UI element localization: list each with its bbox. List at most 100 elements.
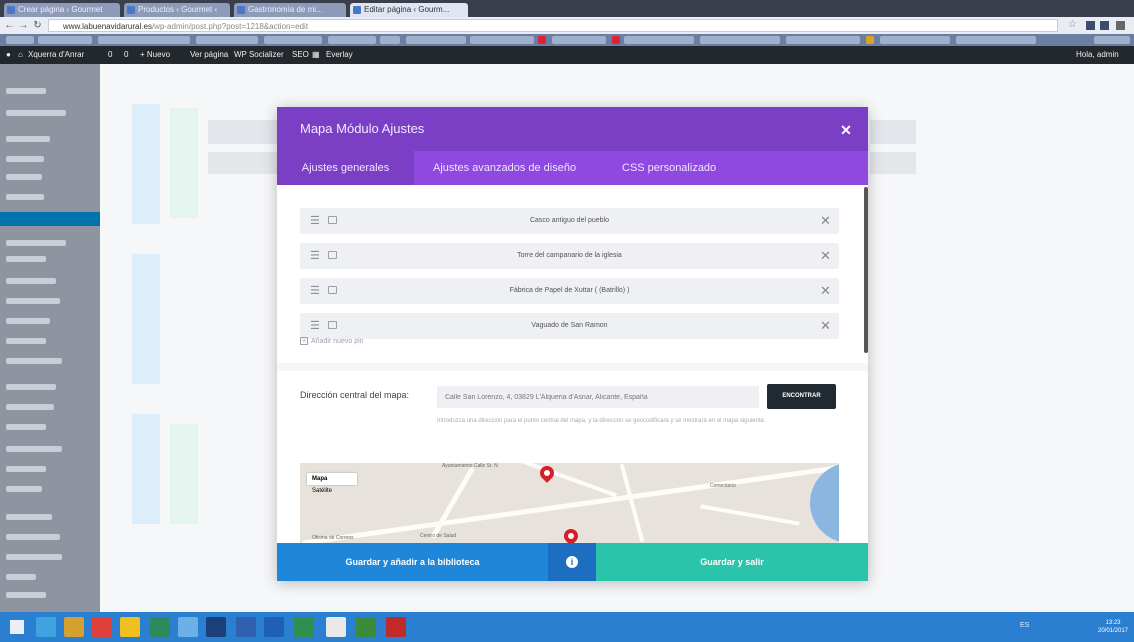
bookmark-item[interactable] <box>98 36 190 44</box>
add-pin-button[interactable]: + Añadir nuevo pin <box>300 337 364 347</box>
sidebar-item[interactable] <box>6 256 46 262</box>
bookmark-item[interactable] <box>956 36 1036 44</box>
bookmark-item[interactable] <box>38 36 92 44</box>
drag-handle-icon[interactable]: ☰ <box>310 320 320 332</box>
builder-link[interactable]: Everlay <box>326 46 353 64</box>
sidebar-item[interactable] <box>6 574 36 580</box>
app-icon[interactable] <box>236 617 256 637</box>
bookmark-item[interactable] <box>380 36 400 44</box>
wp-logo-icon[interactable]: ● <box>6 46 11 64</box>
modal-scrollbar[interactable] <box>864 187 868 353</box>
sidebar-item[interactable] <box>6 514 52 520</box>
sidebar-item[interactable] <box>6 338 46 344</box>
sidebar-item[interactable] <box>6 318 50 324</box>
user-greeting[interactable]: Hola, admin <box>1076 46 1119 64</box>
pin-list-item[interactable]: ☰ Vaguado de San Ramon ✕ <box>300 313 839 339</box>
pin-list-item[interactable]: ☰ Fábrica de Papel de Xuttar ( (Batrillo… <box>300 278 839 304</box>
view-page-link[interactable]: Ver página <box>190 46 228 64</box>
map-type-toggle[interactable]: MapaSatélite <box>307 473 357 494</box>
app-icon[interactable] <box>326 617 346 637</box>
delete-icon[interactable]: ✕ <box>820 213 831 229</box>
updates-count[interactable]: 0 <box>108 46 112 64</box>
drag-handle-icon[interactable]: ☰ <box>310 215 320 227</box>
delete-icon[interactable]: ✕ <box>820 248 831 264</box>
acrobat-icon[interactable] <box>386 617 406 637</box>
drag-handle-icon[interactable]: ☰ <box>310 250 320 262</box>
bookmark-item[interactable] <box>1094 36 1130 44</box>
bookmark-item[interactable] <box>880 36 950 44</box>
delete-icon[interactable]: ✕ <box>820 283 831 299</box>
map-preview[interactable]: MapaSatélite Ayuntamiento Calle Sr. N Of… <box>300 463 839 543</box>
map-pin-icon[interactable] <box>561 526 581 543</box>
taskbar-clock[interactable]: 13:23 20/01/2017 <box>1096 619 1130 635</box>
seo-link[interactable]: SEO <box>292 46 309 64</box>
sidebar-item[interactable] <box>6 194 44 200</box>
new-content-link[interactable]: + Nuevo <box>140 46 170 64</box>
folder-icon[interactable] <box>120 617 140 637</box>
bookmark-item[interactable] <box>6 36 34 44</box>
language-indicator[interactable]: ES <box>1020 622 1029 629</box>
drag-handle-icon[interactable]: ☰ <box>310 285 320 297</box>
app-icon[interactable] <box>150 617 170 637</box>
sidebar-item[interactable] <box>6 404 54 410</box>
comments-count[interactable]: 0 <box>124 46 128 64</box>
close-icon[interactable]: ✕ <box>837 121 855 139</box>
bookmark-item[interactable] <box>406 36 466 44</box>
windows-start-icon[interactable] <box>10 620 24 634</box>
app-icon[interactable] <box>178 617 198 637</box>
sidebar-item[interactable] <box>6 298 60 304</box>
find-address-button[interactable]: ENCONTRAR <box>767 384 836 409</box>
url-input[interactable]: www.labuenavidarural.es/wp-admin/post.ph… <box>48 19 1058 32</box>
duplicate-icon[interactable] <box>328 321 337 329</box>
plugin-link[interactable]: WP Socializer <box>234 46 284 64</box>
browser-tab[interactable]: Productos ‹ Gourmet ‹ <box>124 3 230 17</box>
save-and-exit-button[interactable]: Guardar y salir <box>596 543 868 581</box>
sidebar-item[interactable] <box>6 554 62 560</box>
browser-tab[interactable]: Gastronomía de mi... <box>234 3 346 17</box>
duplicate-icon[interactable] <box>328 216 337 224</box>
sidebar-item[interactable] <box>6 156 44 162</box>
sidebar-item[interactable] <box>6 136 50 142</box>
excel-icon[interactable] <box>294 617 314 637</box>
bookmark-item[interactable] <box>786 36 860 44</box>
bookmark-item[interactable] <box>624 36 694 44</box>
duplicate-icon[interactable] <box>328 251 337 259</box>
sidebar-item[interactable] <box>6 358 62 364</box>
save-to-library-button[interactable]: Guardar y añadir a la biblioteca <box>277 543 548 581</box>
pin-list-item[interactable]: ☰ Torre del campanario de la iglesia ✕ <box>300 243 839 269</box>
bookmark-item[interactable] <box>470 36 534 44</box>
menu-icon[interactable] <box>1116 21 1125 30</box>
sidebar-item[interactable] <box>6 446 62 452</box>
bookmark-item[interactable] <box>328 36 376 44</box>
pin-list-item[interactable]: ☰ Casco antiguo del pueblo ✕ <box>300 208 839 234</box>
browser-tab[interactable]: Crear página ‹ Gourmet <box>4 3 120 17</box>
sidebar-item-pages[interactable] <box>0 212 100 226</box>
info-button[interactable]: i <box>548 543 596 581</box>
app-icon[interactable] <box>356 617 376 637</box>
site-name-link[interactable]: Xquerra d'Anrar <box>28 46 84 64</box>
bookmark-star-icon[interactable]: ☆ <box>1068 19 1077 30</box>
ie-icon[interactable] <box>36 617 56 637</box>
tab-general-settings[interactable]: Ajustes generales <box>277 151 414 185</box>
word-icon[interactable] <box>264 617 284 637</box>
map-type-satellite[interactable]: Satélite <box>307 485 337 497</box>
map-address-input[interactable] <box>437 386 759 408</box>
extension-icon[interactable] <box>1100 21 1109 30</box>
sidebar-item[interactable] <box>6 88 46 94</box>
sidebar-item[interactable] <box>6 424 46 430</box>
sidebar-item[interactable] <box>6 486 42 492</box>
map-type-map[interactable]: Mapa <box>307 473 332 485</box>
bookmark-item[interactable] <box>196 36 258 44</box>
sidebar-item[interactable] <box>6 534 60 540</box>
sidebar-item[interactable] <box>6 466 46 472</box>
forward-icon[interactable]: → <box>18 20 29 31</box>
chrome-icon[interactable] <box>92 617 112 637</box>
browser-tab-active[interactable]: Editar página ‹ Gourm... <box>350 3 468 17</box>
bookmark-item[interactable] <box>538 36 546 44</box>
sidebar-item[interactable] <box>6 278 56 284</box>
bookmark-item[interactable] <box>264 36 322 44</box>
tab-custom-css[interactable]: CSS personalizado <box>622 151 762 185</box>
bookmark-item[interactable] <box>612 36 620 44</box>
bookmark-item[interactable] <box>700 36 780 44</box>
bookmark-item[interactable] <box>866 36 874 44</box>
